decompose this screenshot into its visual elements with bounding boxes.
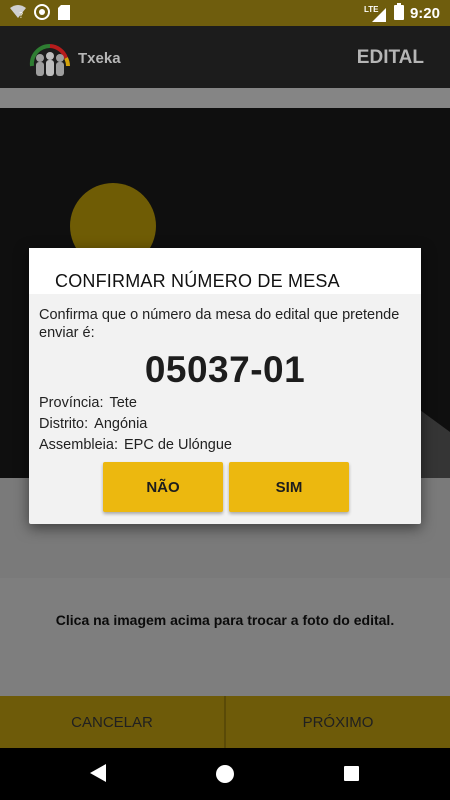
province-label: Província: — [39, 395, 104, 411]
recent-apps-icon[interactable] — [344, 766, 359, 781]
dialog-buttons: NÃO SIM — [103, 462, 349, 512]
media-icon — [34, 4, 50, 25]
province-row: Província: Tete — [39, 395, 411, 412]
table-number: 05037-01 — [144, 349, 306, 390]
district-row: Distrito: Angónia — [39, 416, 411, 433]
home-icon[interactable] — [216, 765, 234, 783]
next-button[interactable]: PRÓXIMO — [226, 696, 450, 748]
battery-icon — [393, 3, 404, 24]
status-bar: ? LTE 9:20 — [0, 0, 450, 26]
app-name: Txeka — [78, 50, 121, 67]
svg-text:?: ? — [19, 11, 23, 19]
dialog-message: Confirma que o número da mesa do edital … — [39, 307, 400, 341]
no-button[interactable]: NÃO — [103, 462, 223, 512]
app-bar: Txeka EDITAL — [0, 26, 450, 88]
dialog-body: Confirma que o número da mesa do edital … — [29, 294, 421, 454]
district-label: Distrito: — [39, 416, 89, 432]
dialog-header: CONFIRMAR NÚMERO DE MESA — [29, 248, 421, 294]
cancel-button[interactable]: CANCELAR — [0, 696, 224, 748]
assembly-label: Assembleia: — [39, 437, 118, 453]
province-value: Tete — [109, 395, 137, 411]
back-icon[interactable] — [90, 764, 106, 787]
screen-title: EDITAL — [356, 47, 424, 68]
dialog-title: CONFIRMAR NÚMERO DE MESA — [55, 271, 340, 291]
sd-card-icon — [58, 4, 70, 25]
wifi-icon: ? — [10, 5, 26, 24]
photo-hint-text: Clica na imagem acima para trocar a foto… — [55, 612, 395, 628]
bottom-action-bar: CANCELAR PRÓXIMO — [0, 696, 450, 748]
district-value: Angónia — [94, 416, 148, 432]
assembly-row: Assembleia: EPC de Ulóngue — [39, 437, 411, 454]
clock: 9:20 — [409, 5, 440, 22]
confirm-table-number-dialog: CONFIRMAR NÚMERO DE MESA Confirma que o … — [29, 248, 421, 524]
navigation-bar — [0, 748, 450, 800]
lte-signal-icon: LTE — [364, 5, 388, 23]
txeka-logo-icon — [26, 36, 74, 80]
hint-area — [0, 578, 450, 696]
yes-button[interactable]: SIM — [229, 462, 349, 512]
assembly-value: EPC de Ulóngue — [123, 437, 232, 453]
